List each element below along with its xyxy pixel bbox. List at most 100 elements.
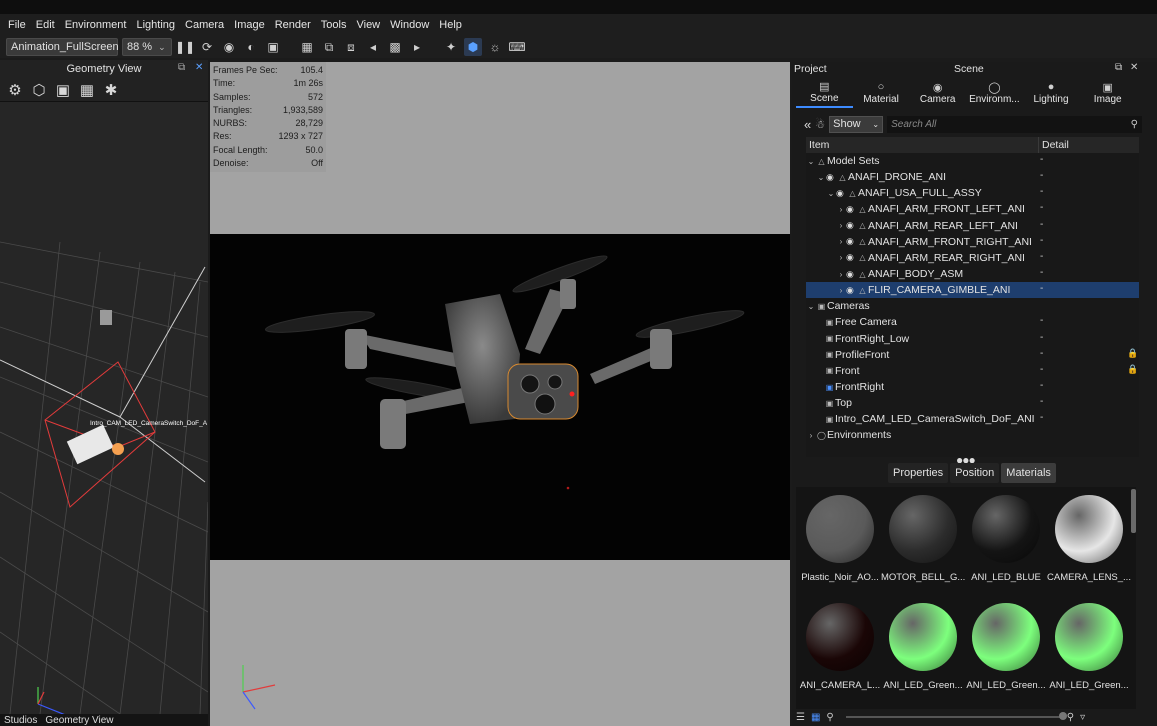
render-viewport[interactable]: Frames Pe Sec: 105.4 Time: 1m 26s Samples:… [210, 62, 790, 726]
screenshot-icon[interactable]: ▦ [298, 38, 316, 56]
refresh-icon[interactable]: ⟳ [198, 38, 216, 56]
menu-help[interactable]: Help [434, 19, 467, 31]
close-icon[interactable]: ✕ [1130, 62, 1138, 73]
shield-icon[interactable]: ⬢ [464, 38, 482, 56]
material-swatch[interactable]: ANI_LED_BLUE [964, 489, 1048, 589]
tree-row-cameras[interactable]: ⌄ ▣ Cameras [806, 298, 1139, 314]
add-item-icon[interactable]: ☃ [815, 118, 825, 131]
material-swatch[interactable]: ANI_LED_Green... [1047, 597, 1131, 697]
tree-row-selected[interactable]: › ◉ △ FLIR_CAMERA_GIMBLE_ANI - [806, 282, 1139, 299]
tree-row[interactable]: ▣ Top - [806, 395, 1139, 411]
lock-icon[interactable]: 🔒 [1127, 364, 1138, 375]
lock-icon[interactable]: 🔒 [1127, 348, 1138, 359]
geometry-viewport[interactable]: Intro_CAM_LED_CameraSwitch_DoF_A [0, 102, 208, 714]
tree-row[interactable]: ⌄ ◉ △ ANAFI_DRONE_ANI - [806, 169, 1139, 185]
chevron-right-icon: › [839, 285, 843, 295]
frame-select-icon[interactable]: ▣ [54, 81, 72, 99]
camera-icon: ▣ [825, 317, 834, 327]
tree-row[interactable]: ▣ Front - 🔒 [806, 363, 1139, 379]
menu-environment[interactable]: Environment [60, 19, 132, 31]
preset-dropdown[interactable]: Animation_FullScreen ⌄ [6, 38, 132, 56]
tab-environment[interactable]: ◯ Environm... [966, 78, 1023, 108]
tree-row[interactable]: › ◉ △ ANAFI_BODY_ASM - [806, 266, 1139, 282]
camera-switch-icon[interactable]: ▩ [386, 38, 404, 56]
tree-row[interactable]: ▣ Free Camera - [806, 314, 1139, 330]
menu-window[interactable]: Window [385, 19, 434, 31]
column-detail[interactable]: Detail [1039, 137, 1139, 153]
material-swatch[interactable]: ANI_LED_Green... [881, 597, 965, 697]
arrow-left-icon[interactable]: ◂ [364, 38, 382, 56]
half-circle-icon[interactable]: ◐ [242, 38, 260, 56]
pause-icon[interactable]: ❚❚ [175, 38, 195, 56]
menu-view[interactable]: View [351, 19, 385, 31]
tab-scene[interactable]: ▤ Scene [796, 78, 853, 108]
tree-row[interactable]: ▣ Intro_CAM_LED_CameraSwitch_DoF_ANI - [806, 411, 1139, 427]
console-icon[interactable]: ⌨ [508, 38, 526, 56]
menu-edit[interactable]: Edit [31, 19, 60, 31]
menu-lighting[interactable]: Lighting [131, 19, 180, 31]
materials-scrollbar[interactable] [1131, 489, 1136, 533]
column-item[interactable]: Item [806, 137, 1039, 153]
list-view-icon[interactable]: ☰ [796, 712, 805, 723]
tree-row[interactable]: › ◉ △ ANAFI_ARM_REAR_RIGHT_ANI - [806, 250, 1139, 266]
tree-row-environments[interactable]: › ◯ Environments [806, 427, 1139, 443]
scatter-icon[interactable]: ✦ [442, 38, 460, 56]
grid-view-icon[interactable]: ▦ [811, 712, 820, 723]
tree-row[interactable]: ▣ FrontRight_Low - [806, 331, 1139, 347]
copy-icon[interactable]: ⧉ [320, 38, 338, 56]
search-input[interactable]: Search All ⚲ [887, 115, 1142, 133]
render-mode-icon[interactable]: ◉ [220, 38, 238, 56]
menu-image[interactable]: Image [229, 19, 270, 31]
tab-image[interactable]: ▣ Image [1079, 78, 1136, 108]
arrow-right-icon[interactable]: ▸ [408, 38, 426, 56]
menu-render[interactable]: Render [270, 19, 316, 31]
tree-row[interactable]: ▣ ProfileFront - 🔒 [806, 347, 1139, 363]
axis-gizmo [242, 665, 276, 710]
tab-material[interactable]: ○ Material [853, 78, 910, 108]
zoom-dropdown[interactable]: 88 % ⌄ [122, 38, 172, 56]
material-swatch[interactable]: CAMERA_LENS_... [1047, 489, 1131, 589]
tree-row[interactable]: › ◉ △ ANAFI_ARM_REAR_LEFT_ANI - [806, 218, 1139, 234]
grid-icon[interactable]: ▦ [78, 81, 96, 99]
material-swatch[interactable]: Plastic_Noir_AO... [798, 489, 882, 589]
light-list-icon[interactable]: ☼ [486, 38, 504, 56]
project-label[interactable]: Project [794, 63, 827, 75]
material-swatch[interactable]: ANI_LED_Green... [964, 597, 1048, 697]
filter-icon[interactable]: ▿ [1080, 712, 1085, 723]
tab-lighting[interactable]: ● Lighting [1023, 78, 1080, 108]
menu-camera[interactable]: Camera [180, 19, 229, 31]
close-icon[interactable]: ✕ [195, 62, 203, 73]
menu-tools[interactable]: Tools [316, 19, 352, 31]
thumbnail-size-slider[interactable] [845, 712, 1067, 720]
tree-row[interactable]: › ◉ △ ANAFI_ARM_FRONT_LEFT_ANI - [806, 201, 1139, 217]
material-swatch[interactable]: ANI_CAMERA_L... [798, 597, 882, 697]
material-icon: ○ [877, 81, 885, 93]
material-name: ANI_CAMERA_L... [799, 680, 881, 691]
tree-row-model-sets[interactable]: ⌄ △ Model Sets - [806, 153, 1139, 169]
undock-icon[interactable]: ⧉ [1115, 62, 1122, 73]
zoom-in-icon[interactable]: ⚲ [1067, 712, 1074, 723]
gear-icon[interactable]: ⚙ [6, 81, 24, 99]
tab-materials[interactable]: Materials [1001, 463, 1056, 483]
geometry-view-tab[interactable]: Geometry View [45, 715, 113, 726]
material-swatch[interactable]: MOTOR_BELL_G... [881, 489, 965, 589]
show-filter-dropdown[interactable]: Show ⌄ [829, 115, 884, 133]
frame-icon[interactable]: ▣ [264, 38, 282, 56]
tab-position[interactable]: Position [950, 463, 1000, 483]
menu-file[interactable]: File [3, 19, 31, 31]
tab-camera[interactable]: ◉ Camera [909, 78, 966, 108]
tree-row[interactable]: ⌄ ◉ △ ANAFI_USA_FULL_ASSY - [806, 185, 1139, 201]
tree-filter-bar: « ☃ Show ⌄ Search All ⚲ [804, 115, 1142, 133]
tree-row[interactable]: › ◉ △ ANAFI_ARM_FRONT_RIGHT_ANI - [806, 234, 1139, 250]
paste-icon[interactable]: ⧈ [342, 38, 360, 56]
tab-properties[interactable]: Properties [888, 463, 949, 483]
collapse-all-icon[interactable]: « [804, 117, 811, 132]
group-icon: △ [859, 269, 866, 279]
cube-icon[interactable]: ⬡ [30, 81, 48, 99]
studios-tab[interactable]: Studios [4, 715, 37, 726]
undock-icon[interactable]: ⧉ [178, 62, 185, 73]
zoom-out-icon[interactable]: ⚲ [826, 712, 833, 723]
slider-handle[interactable] [1058, 712, 1067, 720]
tree-row[interactable]: ▣ FrontRight - [806, 379, 1139, 395]
transform-icon[interactable]: ✱ [102, 81, 120, 99]
